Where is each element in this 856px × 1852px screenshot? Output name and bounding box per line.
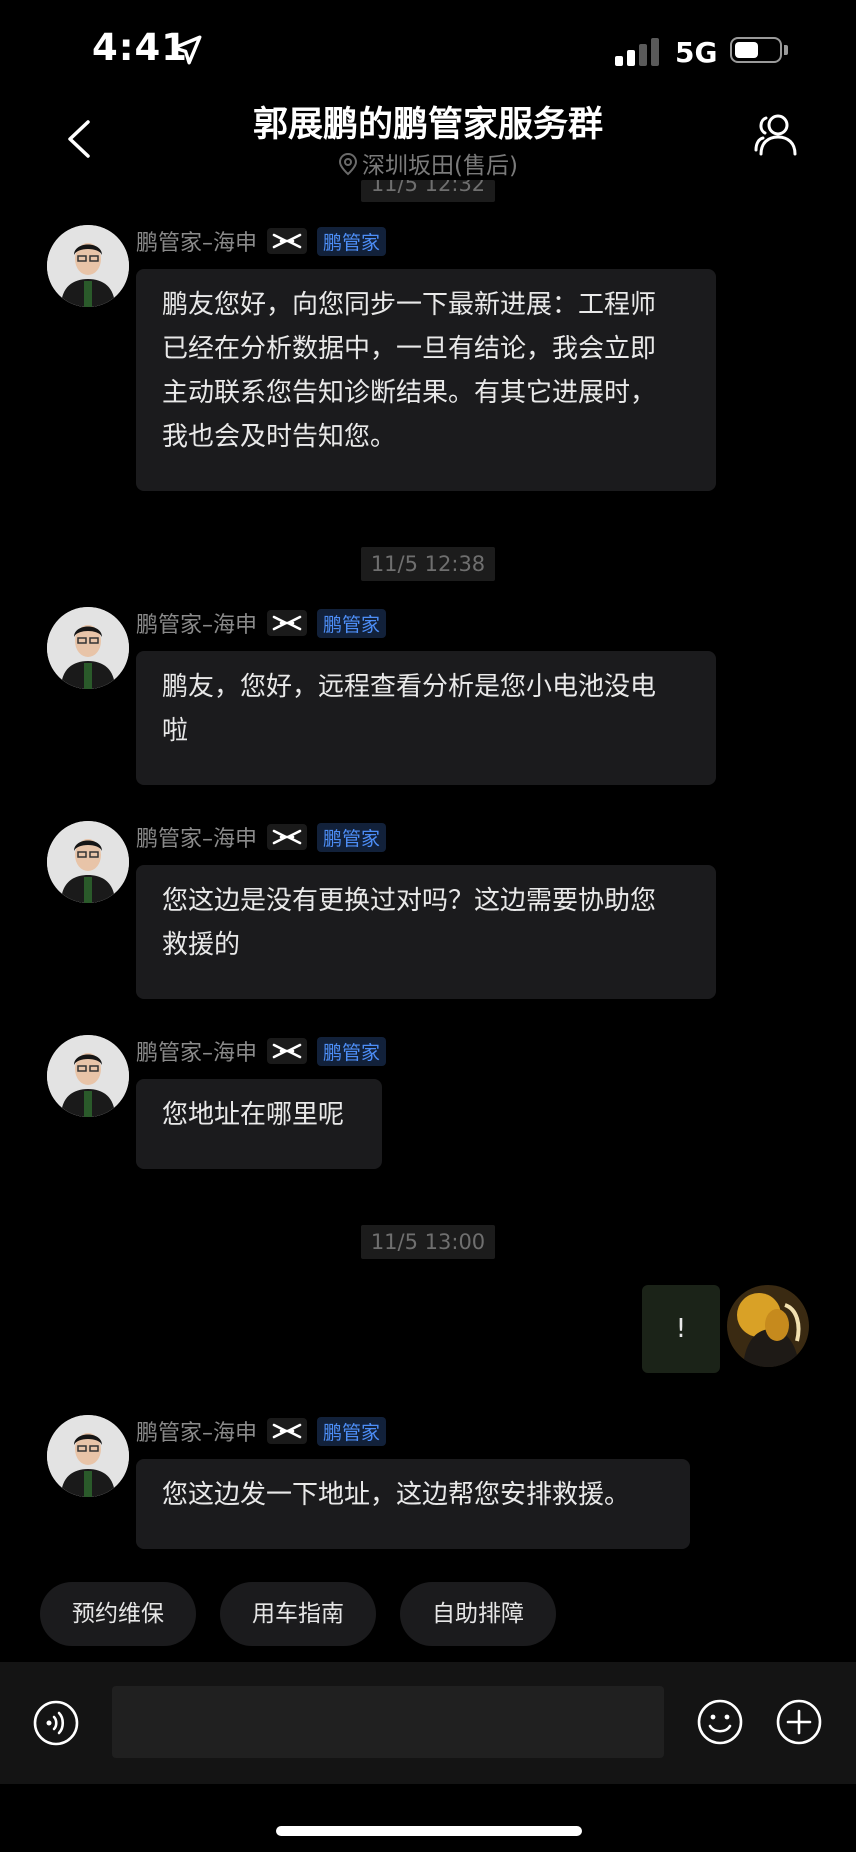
role-badge: 鹏管家 [317,1416,387,1446]
composer-bar [0,1662,856,1784]
voice-input-icon[interactable] [33,1700,79,1746]
group-members-icon[interactable] [752,112,798,158]
message-bubble[interactable]: 您这边是没有更换过对吗？这边需要协助您 救援的 [136,865,716,999]
sender-name: 鹏管家–海申 [136,1421,258,1446]
message-bubble[interactable]: 您这边发一下地址，这边帮您安排救援。 [136,1459,690,1549]
quick-reply-guide[interactable]: 用车指南 [220,1582,376,1646]
agent-avatar[interactable] [47,1415,129,1497]
quick-reply-troubleshoot[interactable]: 自助排障 [400,1582,556,1646]
role-badge: 鹏管家 [317,822,387,852]
sender-name: 鹏管家–海申 [136,827,258,852]
role-badge: 鹏管家 [317,1036,387,1066]
sender-name: 鹏管家–海申 [136,1041,258,1066]
brand-logo-icon [267,1418,308,1444]
self-avatar[interactable] [727,1285,809,1367]
home-indicator [276,1826,582,1836]
quick-replies: 预约维保 用车指南 自助排障 [40,1582,556,1646]
chat-header: 郭展鹏的鹏管家服务群 深圳坂田(售后) [0,90,856,180]
sender-row: 鹏管家–海申 鹏管家 [136,225,387,257]
battery-level [735,42,758,58]
group-location: 深圳坂田(售后) [0,146,856,180]
sender-row: 鹏管家–海申 鹏管家 [136,607,387,639]
message-bubble[interactable]: 鹏友您好，向您同步一下最新进展：工程师 已经在分析数据中，一旦有结论，我会立即 … [136,269,716,491]
agent-avatar[interactable] [47,607,129,689]
brand-logo-icon [267,228,308,254]
self-message-bubble[interactable]: ! [642,1285,720,1373]
status-bar: 4:41 5G [0,0,856,100]
location-arrow-icon [172,35,202,65]
role-badge: 鹏管家 [317,608,387,638]
battery-icon [730,37,782,63]
location-pin-icon [339,152,358,176]
group-title: 郭展鹏的鹏管家服务群 [252,105,603,145]
cellular-signal-icon [615,36,661,66]
network-type: 5G [675,36,718,69]
timestamp-chip: 11/5 12:38 [361,547,495,581]
role-badge: 鹏管家 [317,226,387,256]
timestamp-chip: 11/5 13:00 [361,1225,495,1259]
message-input[interactable] [112,1686,664,1758]
brand-logo-icon [267,1038,308,1064]
agent-avatar[interactable] [47,225,129,307]
group-location-text: 深圳坂田(售后) [362,153,518,179]
battery-tip [784,45,788,55]
sender-row: 鹏管家–海申 鹏管家 [136,821,387,853]
message-bubble[interactable]: 您地址在哪里呢 [136,1079,382,1169]
sender-row: 鹏管家–海申 鹏管家 [136,1035,387,1067]
timestamp-chip: 11/5 12:32 [361,180,495,202]
emoji-icon[interactable] [697,1699,743,1745]
sender-name: 鹏管家–海申 [136,231,258,256]
agent-avatar[interactable] [47,1035,129,1117]
agent-avatar[interactable] [47,821,129,903]
add-attachment-icon[interactable] [776,1699,822,1745]
sender-name: 鹏管家–海申 [136,613,258,638]
quick-reply-maintenance[interactable]: 预约维保 [40,1582,196,1646]
brand-logo-icon [267,824,308,850]
brand-logo-icon [267,610,308,636]
message-bubble[interactable]: 鹏友，您好，远程查看分析是您小电池没电 啦 [136,651,716,785]
sender-row: 鹏管家–海申 鹏管家 [136,1415,387,1447]
